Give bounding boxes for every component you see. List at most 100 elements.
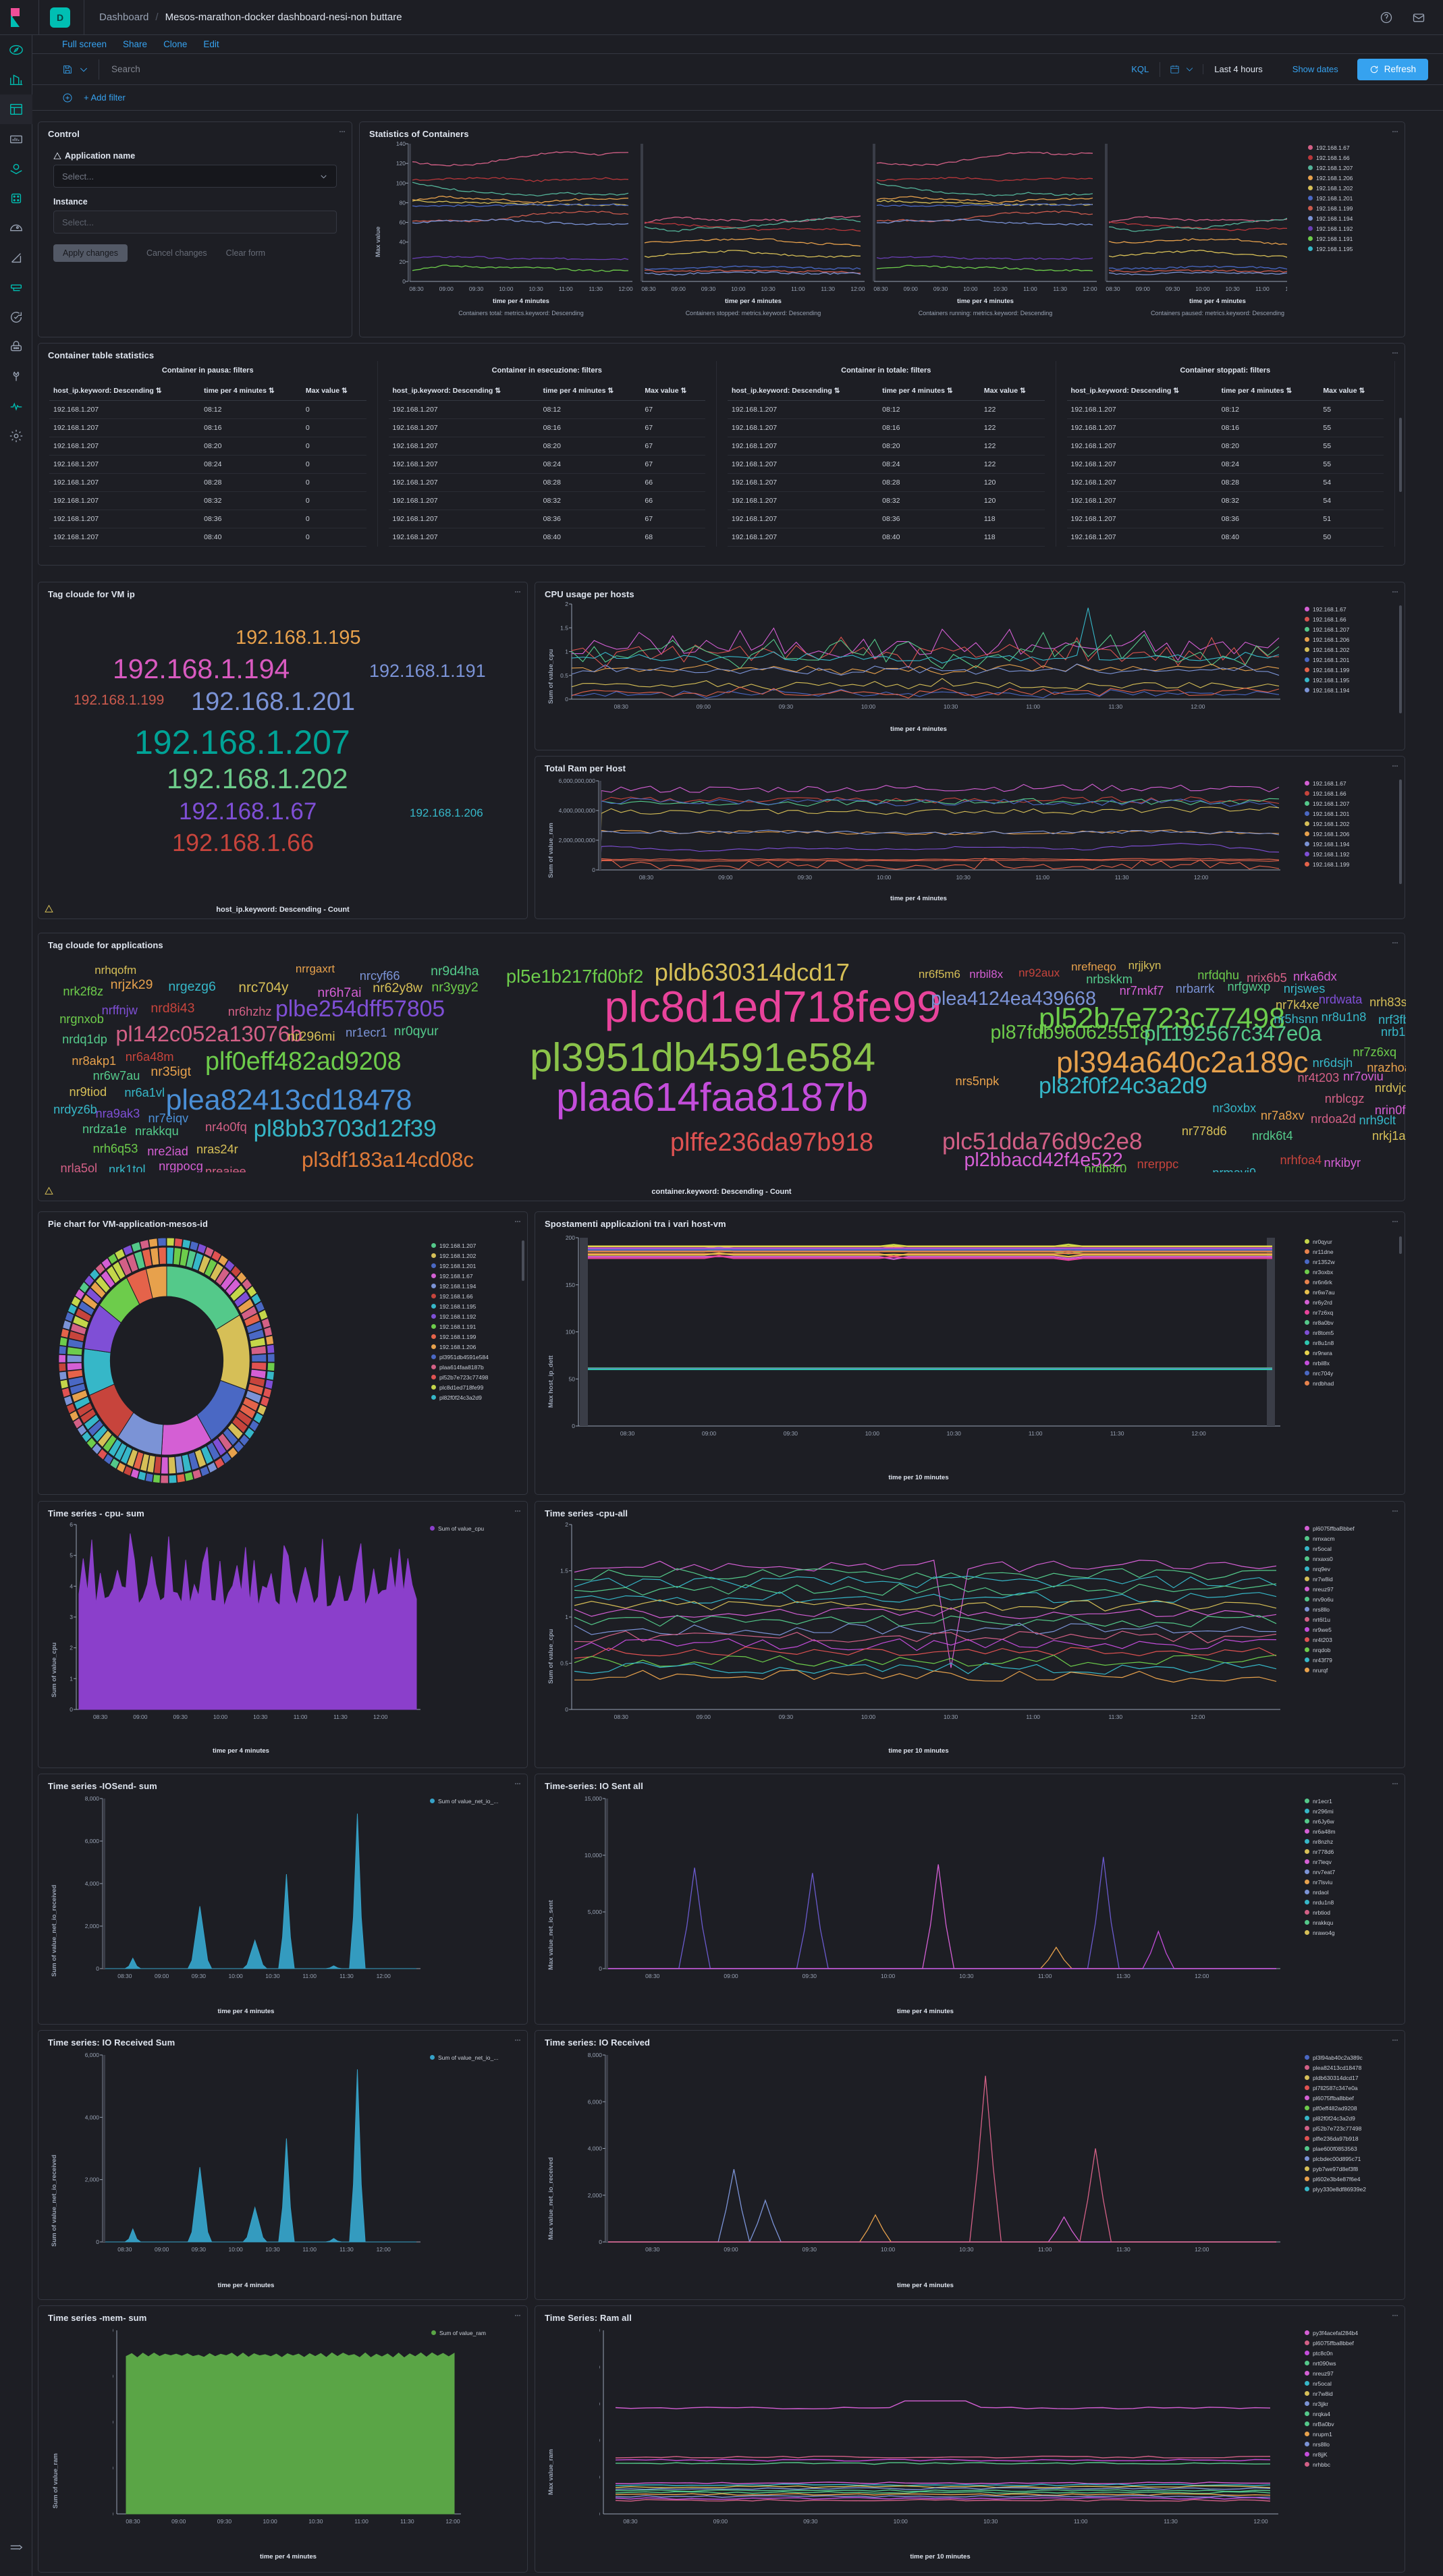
tag-cloud-word[interactable]: pl142c052a13076b bbox=[115, 1023, 302, 1045]
legend-item[interactable]: pyb7we97d8ef3f8 bbox=[1305, 2164, 1406, 2174]
legend-item[interactable]: nrv9o6u bbox=[1305, 1594, 1399, 1604]
saved-query-button[interactable] bbox=[62, 59, 99, 80]
legend-item[interactable]: nr8u1n8 bbox=[1305, 1338, 1399, 1348]
tag-cloud-word[interactable]: nrdoa2d bbox=[1311, 1113, 1356, 1125]
legend-item[interactable]: pl7ll2587c347e0a bbox=[1305, 2083, 1406, 2093]
tag-cloud-word[interactable]: nrakkqu bbox=[135, 1125, 179, 1137]
tag-cloud-word[interactable]: nr6f5m6 bbox=[919, 968, 960, 981]
legend-item[interactable]: Sum of value_ram bbox=[431, 2328, 526, 2338]
legend-item[interactable]: nr6w7au bbox=[1305, 1287, 1399, 1297]
help-icon[interactable] bbox=[1380, 11, 1393, 24]
legend-item[interactable]: plc8d1ed718fe99 bbox=[431, 1382, 526, 1392]
legend-item[interactable]: py3f4acefal284b4 bbox=[1305, 2328, 1399, 2338]
tag-cloud-word[interactable]: pl8bb3703d12f39 bbox=[254, 1117, 437, 1141]
legend-item[interactable]: nr11dne bbox=[1305, 1246, 1399, 1257]
tag-cloud-word[interactable]: nrla5ol bbox=[61, 1161, 98, 1172]
legend-item[interactable]: 192.168.1.66 bbox=[1305, 788, 1399, 798]
tag-cloud-word[interactable]: nr7mkf7 bbox=[1120, 985, 1164, 997]
tag-cloud-word[interactable]: plbe254dff57805 bbox=[275, 997, 445, 1021]
panel-menu-icon[interactable] bbox=[338, 128, 346, 136]
legend-item[interactable]: 192.168.1.199 bbox=[1305, 665, 1399, 675]
tag-cloud-word[interactable]: nr3oxbx bbox=[1212, 1102, 1256, 1114]
sidebar-item-apm[interactable] bbox=[0, 332, 32, 362]
legend-item[interactable]: 192.168.1.192 bbox=[431, 1311, 526, 1321]
table-scrollbar[interactable] bbox=[1399, 418, 1402, 492]
legend-item[interactable]: nr1ecr1 bbox=[1305, 1796, 1399, 1806]
add-filter-button[interactable]: + Add filter bbox=[84, 92, 126, 103]
tag-cloud-word[interactable]: nrjzk29 bbox=[111, 978, 153, 992]
legend-item[interactable]: 192.168.1.199 bbox=[1305, 859, 1399, 869]
tag-cloud-word[interactable]: nr296mi bbox=[288, 1030, 335, 1044]
legend-item[interactable]: nrakkqu bbox=[1305, 1917, 1399, 1927]
full-screen-link[interactable]: Full screen bbox=[62, 39, 107, 49]
tag-cloud-word[interactable]: plaa614faa8187b bbox=[556, 1076, 868, 1118]
mail-icon[interactable] bbox=[1412, 11, 1425, 24]
panel-menu-icon[interactable] bbox=[1391, 588, 1399, 596]
legend-item[interactable]: nr43f79 bbox=[1305, 1655, 1399, 1665]
apply-changes-button[interactable]: Apply changes bbox=[53, 244, 128, 262]
panel-menu-icon[interactable] bbox=[1391, 1780, 1399, 1788]
panel-menu-icon[interactable] bbox=[514, 1780, 522, 1788]
tag-cloud-word[interactable]: nrffnjw bbox=[102, 1004, 138, 1016]
sidebar-item-canvas[interactable] bbox=[0, 124, 32, 154]
legend-item[interactable]: nrv7eat7 bbox=[1305, 1867, 1399, 1877]
legend-item[interactable]: pl6075ffbaBbbef bbox=[1305, 1523, 1399, 1533]
legend-item[interactable]: nr6Jy6w bbox=[1305, 1816, 1399, 1826]
tag-cloud-word[interactable]: nrerppc bbox=[1137, 1158, 1179, 1170]
tag-cloud-word[interactable]: pl3951db4591e584 bbox=[530, 1037, 875, 1078]
legend-item[interactable]: nr5ocal bbox=[1305, 2378, 1399, 2388]
tag-cloud-word[interactable]: nrbil8x bbox=[969, 968, 1003, 981]
tag-cloud-word[interactable]: nrs5npk bbox=[956, 1075, 1000, 1087]
legend-item[interactable]: 192.168.1.199 bbox=[431, 1332, 526, 1342]
legend-item[interactable]: nr8nzhz bbox=[1305, 1836, 1399, 1846]
tag-cloud-word[interactable]: nrk1tol bbox=[109, 1163, 146, 1172]
tag-cloud-word[interactable]: nr9d4ha bbox=[431, 965, 479, 979]
tag-cloud-word[interactable]: nr0qyur bbox=[394, 1024, 439, 1039]
sidebar-item-uptime[interactable] bbox=[0, 302, 32, 332]
tag-cloud-word[interactable]: pl3df183a14cd08c bbox=[302, 1149, 474, 1170]
tag-cloud-word[interactable]: nrjjkyn bbox=[1128, 960, 1162, 972]
tag-cloud-word[interactable]: nreajee bbox=[205, 1166, 246, 1172]
legend-item[interactable]: nrBa0bv bbox=[1305, 2419, 1399, 2429]
cpu-usage-legend-scrollbar[interactable] bbox=[1399, 605, 1402, 713]
tag-cloud-word[interactable]: nr92aux bbox=[1018, 967, 1060, 979]
legend-item[interactable]: nr5ocal bbox=[1305, 1543, 1399, 1554]
tag-cloud-word[interactable]: 192.168.1.67 bbox=[179, 800, 317, 823]
tag-cloud-word[interactable]: nr8u1n8 bbox=[1322, 1011, 1367, 1023]
sidebar-item-graph[interactable] bbox=[0, 213, 32, 243]
sidebar-item-logs[interactable] bbox=[0, 273, 32, 302]
tag-cloud-word[interactable]: nr3ygy2 bbox=[431, 981, 478, 995]
legend-item[interactable]: nr7w8id bbox=[1305, 1574, 1399, 1584]
kibana-logo[interactable] bbox=[0, 0, 39, 35]
tag-cloud-word[interactable]: nrrgaxrt bbox=[296, 963, 335, 975]
panel-menu-icon[interactable] bbox=[1391, 349, 1399, 357]
legend-item[interactable]: 192.168.1.207 bbox=[1305, 624, 1399, 634]
legend-item[interactable]: 192.168.1.192 bbox=[1308, 223, 1403, 234]
legend-item[interactable]: nrawo4g bbox=[1305, 1927, 1399, 1938]
legend-item[interactable]: nrs8llo bbox=[1305, 2439, 1399, 2449]
legend-item[interactable]: nr296mi bbox=[1305, 1806, 1399, 1816]
tag-cloud-word[interactable]: plea82413cd18478 bbox=[166, 1085, 412, 1115]
legend-item[interactable]: nrdu1n8 bbox=[1305, 1897, 1399, 1907]
panel-menu-icon[interactable] bbox=[1391, 1507, 1399, 1515]
legend-item[interactable]: 192.168.1.67 bbox=[1305, 604, 1399, 614]
table-column-header[interactable]: time per 4 minutes ⇅ bbox=[539, 381, 641, 401]
tag-cloud-word[interactable]: nrmavj9 bbox=[1212, 1167, 1256, 1172]
panel-menu-icon[interactable] bbox=[514, 1507, 522, 1515]
legend-item[interactable]: 192.168.1.195 bbox=[431, 1301, 526, 1311]
cancel-changes-button[interactable]: Cancel changes bbox=[146, 248, 207, 258]
legend-item[interactable]: nrdbhad bbox=[1305, 1378, 1399, 1388]
legend-item[interactable]: pl52b7e723c77498 bbox=[1305, 2123, 1406, 2133]
collapse-nav-button[interactable] bbox=[0, 2536, 32, 2560]
total-ram-legend-scrollbar[interactable] bbox=[1399, 779, 1402, 884]
legend-item[interactable]: pl3l94ab40c2a389c bbox=[1305, 2052, 1406, 2062]
tag-cloud-word[interactable]: nrk2f8z bbox=[63, 985, 103, 997]
date-quick-select[interactable] bbox=[1160, 64, 1204, 74]
panel-menu-icon[interactable] bbox=[514, 1217, 522, 1226]
legend-item[interactable]: 192.168.1.191 bbox=[431, 1321, 526, 1332]
tag-cloud-word[interactable]: nrefneqo bbox=[1071, 961, 1116, 973]
legend-item[interactable]: 192.168.1.66 bbox=[431, 1291, 526, 1301]
tag-cloud-word[interactable]: nrf3fbb bbox=[1378, 1014, 1406, 1026]
breadcrumb-dashboard[interactable]: Dashboard bbox=[99, 11, 148, 23]
sidebar-item-discover[interactable] bbox=[0, 35, 32, 65]
